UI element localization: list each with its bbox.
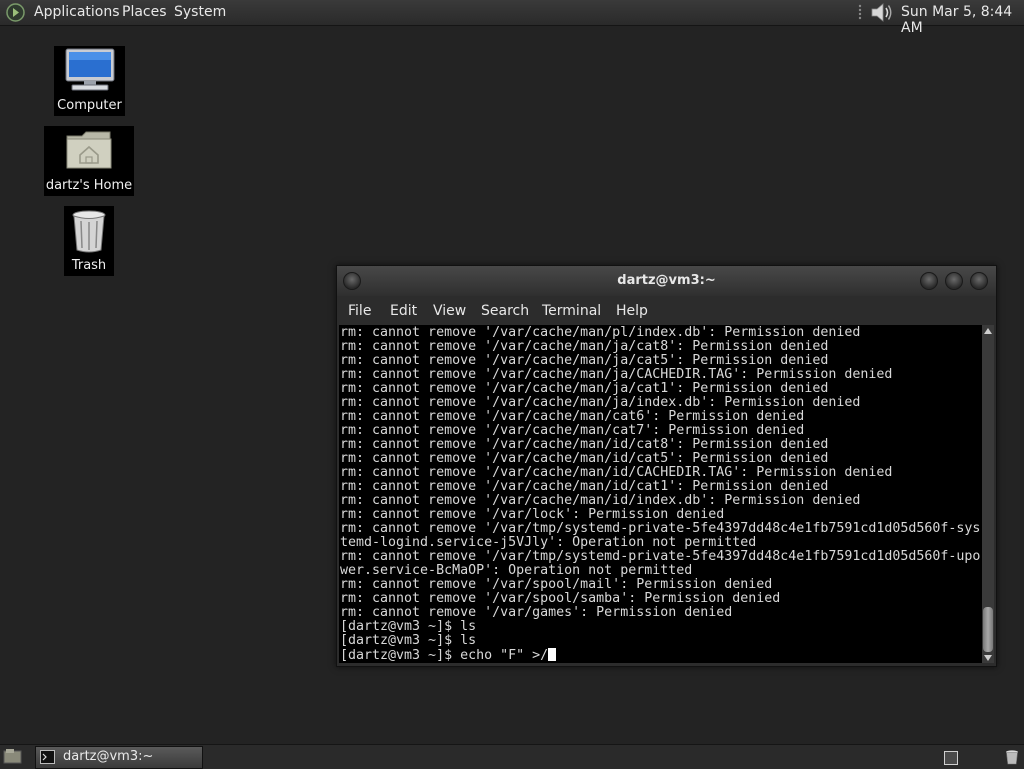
- menu-search[interactable]: Search: [481, 303, 529, 319]
- menu-view[interactable]: View: [433, 303, 466, 319]
- window-title: dartz@vm3:~: [617, 273, 716, 288]
- scrollbar-thumb[interactable]: [983, 607, 993, 652]
- top-panel: Applications Places System Sun Mar 5, 8:…: [0, 0, 1024, 36]
- bottom-panel: dartz@vm3:~: [0, 744, 1024, 769]
- desktop-icon-home[interactable]: dartz's Home: [44, 126, 134, 196]
- desktop-icon-label: Trash: [71, 258, 107, 273]
- desktop-icon-computer[interactable]: Computer: [54, 46, 125, 116]
- scroll-down-arrow-icon[interactable]: [984, 655, 992, 661]
- scroll-up-arrow-icon[interactable]: [984, 328, 992, 334]
- taskbar-window-label: dartz@vm3:~: [63, 749, 154, 764]
- menu-help[interactable]: Help: [616, 303, 648, 319]
- computer-icon: [65, 48, 115, 91]
- terminal-prompt-line[interactable]: [dartz@vm3 ~]$ echo "F" >/: [340, 648, 548, 663]
- desktop-icon-trash[interactable]: Trash: [64, 206, 114, 276]
- terminal-text: rm: cannot remove '/var/cache/man/pl/ind…: [339, 325, 982, 663]
- terminal-window[interactable]: dartz@vm3:~ File Edit View Search Termin…: [336, 265, 997, 667]
- applications-menu[interactable]: Applications: [34, 4, 120, 20]
- panel-handle-icon[interactable]: [857, 4, 863, 21]
- speaker-icon[interactable]: [869, 2, 893, 23]
- gnome-foot-icon[interactable]: [6, 3, 25, 22]
- trash-icon: [72, 210, 106, 253]
- show-desktop-icon[interactable]: [3, 748, 22, 765]
- vertical-scrollbar[interactable]: [982, 325, 994, 663]
- home-folder-icon: [66, 131, 112, 169]
- menu-terminal[interactable]: Terminal: [542, 303, 601, 319]
- minimize-button[interactable]: [920, 272, 938, 290]
- maximize-button[interactable]: [945, 272, 963, 290]
- workspace-switcher[interactable]: [944, 751, 958, 765]
- menu-file[interactable]: File: [348, 303, 371, 319]
- desktop-icon-label: dartz's Home: [45, 178, 133, 193]
- terminal-cursor: [548, 648, 557, 661]
- desktop-icon-label: Computer: [57, 98, 122, 113]
- clock[interactable]: Sun Mar 5, 8:44 AM: [901, 4, 1024, 36]
- close-button[interactable]: [970, 272, 988, 290]
- trash-icon[interactable]: [1004, 749, 1020, 765]
- window-titlebar[interactable]: dartz@vm3:~: [337, 266, 996, 296]
- menu-edit[interactable]: Edit: [390, 303, 417, 319]
- taskbar-window-button[interactable]: dartz@vm3:~: [35, 746, 203, 769]
- terminal-output-area[interactable]: rm: cannot remove '/var/cache/man/pl/ind…: [339, 325, 982, 663]
- places-menu[interactable]: Places: [122, 4, 167, 20]
- terminal-output: rm: cannot remove '/var/cache/man/pl/ind…: [340, 325, 981, 648]
- terminal-menubar: File Edit View Search Terminal Help: [337, 296, 996, 324]
- system-menu[interactable]: System: [174, 4, 226, 20]
- terminal-icon: [40, 750, 55, 764]
